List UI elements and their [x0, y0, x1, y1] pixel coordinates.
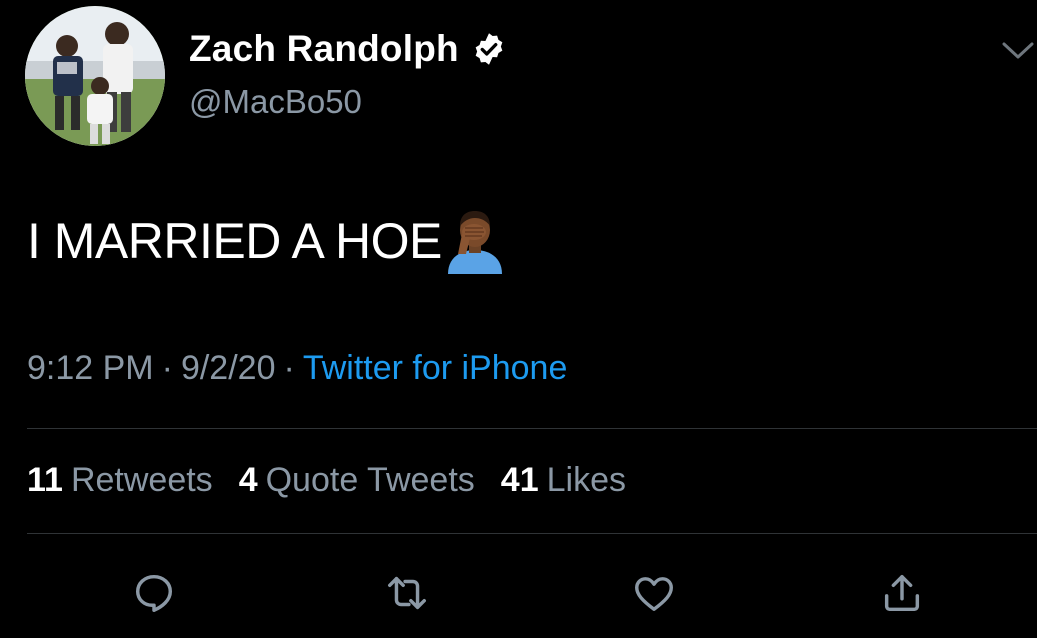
like-icon[interactable] — [631, 570, 677, 616]
display-name[interactable]: Zach Randolph — [189, 28, 459, 70]
divider — [27, 533, 1037, 534]
tweet-time[interactable]: 9:12 PM — [27, 349, 154, 387]
user-handle[interactable]: @MacBo50 — [189, 83, 362, 121]
quotes-count: 4 — [238, 461, 258, 499]
avatar-photo — [25, 6, 165, 146]
user-name-row: Zach Randolph — [189, 28, 507, 70]
tweet-meta: 9:12 PM · 9/2/20 · Twitter for iPhone — [27, 349, 567, 388]
retweets-count: 11 — [27, 461, 63, 499]
quote-tweets-stat[interactable]: 4 Quote Tweets — [239, 461, 475, 500]
tweet-source-link[interactable]: Twitter for iPhone — [303, 349, 568, 387]
likes-label: Likes — [546, 461, 626, 499]
retweets-label: Retweets — [70, 461, 213, 499]
divider — [27, 428, 1037, 429]
share-icon[interactable] — [879, 570, 925, 616]
likes-count: 41 — [500, 461, 539, 499]
retweet-icon[interactable] — [384, 570, 430, 616]
meta-separator: · — [161, 349, 173, 387]
likes-stat[interactable]: 41 Likes — [501, 461, 626, 500]
tweet-date[interactable]: 9/2/20 — [181, 349, 276, 387]
reply-icon[interactable] — [131, 570, 177, 616]
tweet-card: Zach Randolph @MacBo50 I MARRIED A HOE 9… — [0, 0, 1037, 638]
tweet-body: I MARRIED A HOE — [27, 208, 506, 274]
verified-badge-icon — [471, 31, 507, 67]
avatar[interactable] — [25, 6, 165, 146]
tweet-text: I MARRIED A HOE — [27, 213, 442, 269]
tweet-stats: 11 Retweets 4 Quote Tweets 41 Likes — [27, 461, 626, 500]
retweets-stat[interactable]: 11 Retweets — [27, 461, 213, 500]
meta-separator: · — [283, 349, 295, 387]
chevron-down-icon[interactable] — [1000, 40, 1036, 62]
quotes-label: Quote Tweets — [265, 461, 475, 499]
man-facepalming-emoji — [447, 211, 502, 274]
